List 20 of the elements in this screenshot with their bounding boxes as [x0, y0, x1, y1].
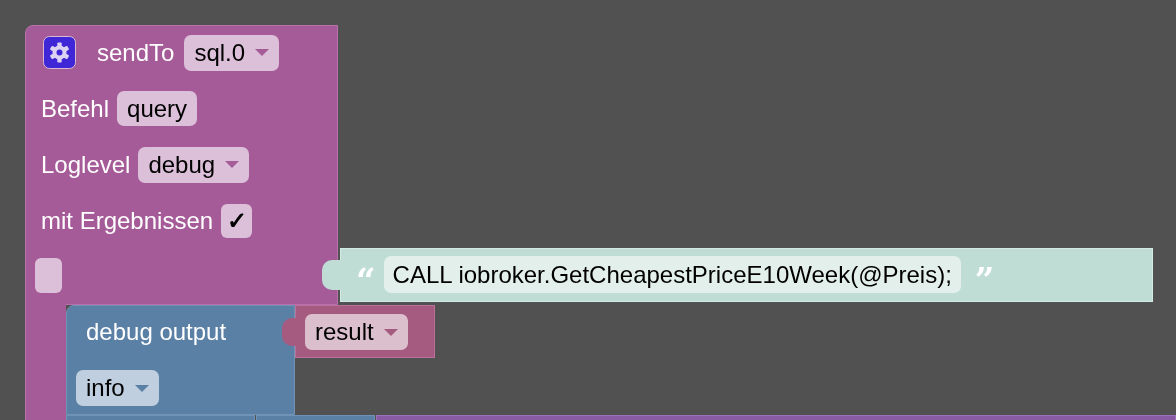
variable-dropdown[interactable]: result: [305, 314, 408, 350]
field-label: Loglevel: [41, 149, 131, 180]
open-quote: “: [356, 258, 376, 297]
empty-input-socket[interactable]: [35, 258, 62, 293]
field-label: mit Ergebnissen: [41, 205, 214, 236]
level-dropdown[interactable]: info: [76, 370, 159, 406]
caret-icon: [383, 328, 398, 336]
caret-icon: [255, 49, 270, 56]
instance-dropdown[interactable]: sql.0: [184, 34, 280, 71]
settings-icon[interactable]: [43, 36, 76, 69]
field-label: Befehl: [41, 93, 110, 124]
results-checkbox[interactable]: ✓: [221, 203, 253, 238]
caret-icon: [225, 161, 240, 168]
loglevel-dropdown[interactable]: debug: [138, 146, 250, 183]
block-label: debug output: [86, 317, 227, 347]
caret-icon: [134, 384, 149, 392]
text-field[interactable]: CALL iobroker.GetCheapestPriceE10Week(@Preis);: [383, 256, 961, 293]
block-label: sendTo: [97, 37, 175, 68]
command-field[interactable]: query: [117, 91, 198, 126]
close-quote: ”: [974, 258, 995, 297]
